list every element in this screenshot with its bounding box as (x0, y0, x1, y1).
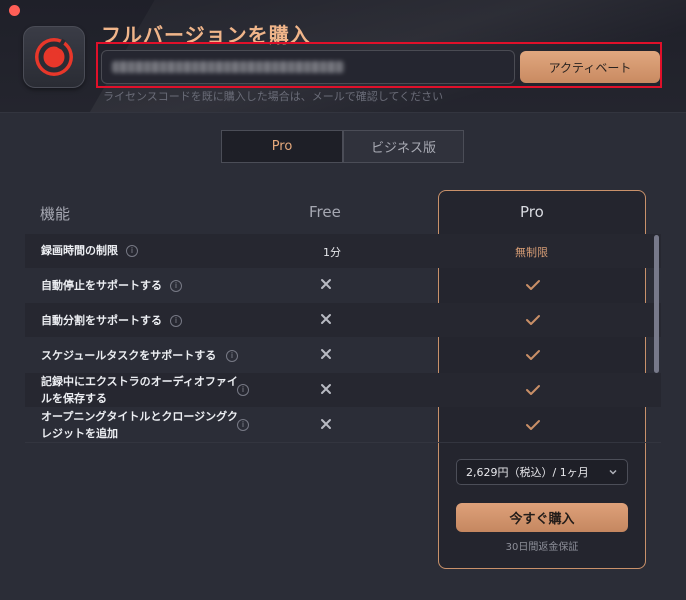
free-column-header: Free (309, 203, 341, 221)
feature-label: 自動分割をサポートする (41, 314, 162, 327)
cross-icon (321, 314, 331, 324)
scrollbar-thumb[interactable] (654, 235, 659, 373)
cross-icon (321, 384, 331, 394)
cross-icon (321, 279, 331, 289)
buy-now-button[interactable]: 今すぐ購入 (456, 503, 628, 532)
info-icon[interactable]: i (237, 419, 249, 431)
purchase-window: フルバージョンを購入 アクティベート ライセンスコードを既に購入した場合は、メー… (0, 0, 686, 600)
table-row: 録画時間の制限 i 1分 無制限 (25, 234, 661, 268)
table-row: 記録中にエクストラのオーディオファイルを保存する i (25, 373, 661, 407)
plan-dropdown-value: 2,629円（税込）/ 1ヶ月 (466, 466, 589, 479)
pro-value: 無制限 (515, 246, 548, 259)
info-icon[interactable]: i (237, 384, 249, 396)
header: フルバージョンを購入 アクティベート ライセンスコードを既に購入した場合は、メー… (0, 0, 686, 113)
check-icon (526, 280, 540, 290)
activate-button[interactable]: アクティベート (520, 51, 660, 83)
feature-label: スケジュールタスクをサポートする (41, 349, 217, 362)
check-icon (526, 315, 540, 325)
tab-pro[interactable]: Pro (221, 130, 343, 163)
feature-label: 録画時間の制限 (41, 244, 118, 257)
redacted-license-code (112, 61, 344, 73)
chevron-down-icon (609, 469, 617, 475)
tab-business[interactable]: ビジネス版 (343, 130, 464, 163)
info-icon[interactable]: i (170, 315, 182, 327)
table-row: 自動停止をサポートする i (25, 268, 661, 302)
close-window-button[interactable] (9, 5, 20, 16)
info-icon[interactable]: i (226, 350, 238, 362)
feature-label: オープニングタイトルとクロージングクレジットを追加 (41, 410, 238, 440)
cross-icon (321, 419, 331, 429)
check-icon (526, 350, 540, 360)
table-row: スケジュールタスクをサポートする i (25, 338, 661, 372)
check-icon (526, 420, 540, 430)
license-hint-text: ライセンスコードを既に購入した場合は、メールで確認してください (103, 90, 444, 103)
table-row: オープニングタイトルとクロージングクレジットを追加 i (25, 408, 661, 442)
plan-dropdown[interactable]: 2,629円（税込）/ 1ヶ月 (456, 459, 628, 485)
info-icon[interactable]: i (170, 280, 182, 292)
feature-column-header: 機能 (40, 205, 71, 223)
feature-label: 記録中にエクストラのオーディオファイルを保存する (41, 375, 238, 405)
table-row: 自動分割をサポートする i (25, 303, 661, 337)
app-logo-icon (23, 26, 85, 88)
money-back-guarantee: 30日間返金保証 (505, 542, 579, 553)
feature-label: 自動停止をサポートする (41, 279, 162, 292)
pro-column-header: Pro (520, 203, 544, 221)
table-divider (25, 442, 661, 443)
cross-icon (321, 349, 331, 359)
check-icon (526, 385, 540, 395)
info-icon[interactable]: i (126, 245, 138, 257)
free-value: 1分 (323, 246, 341, 259)
